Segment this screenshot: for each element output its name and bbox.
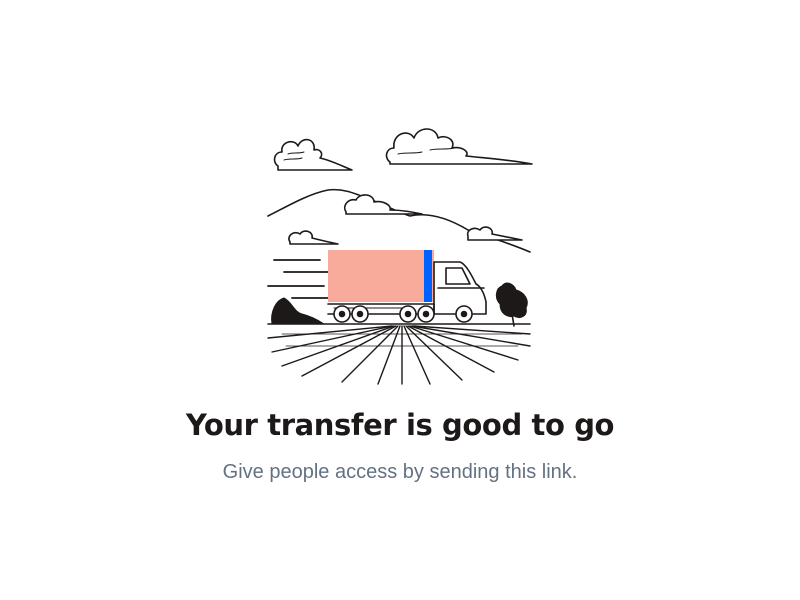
cloud-icon	[273, 138, 353, 171]
cloud-icon	[466, 226, 523, 241]
page-subtitle: Give people access by sending this link.	[222, 461, 578, 483]
field-lines	[267, 325, 531, 385]
truck-icon	[327, 250, 487, 323]
cloud-icon	[343, 194, 423, 215]
truck-illustration	[267, 128, 533, 385]
transfer-success-screen: Your transfer is good to go Give people …	[0, 0, 800, 600]
cloud-icon	[288, 230, 339, 245]
tree-icon	[495, 282, 528, 327]
cloud-icon	[385, 128, 533, 165]
bush-icon	[271, 297, 325, 325]
page-title: Your transfer is good to go	[185, 408, 615, 442]
